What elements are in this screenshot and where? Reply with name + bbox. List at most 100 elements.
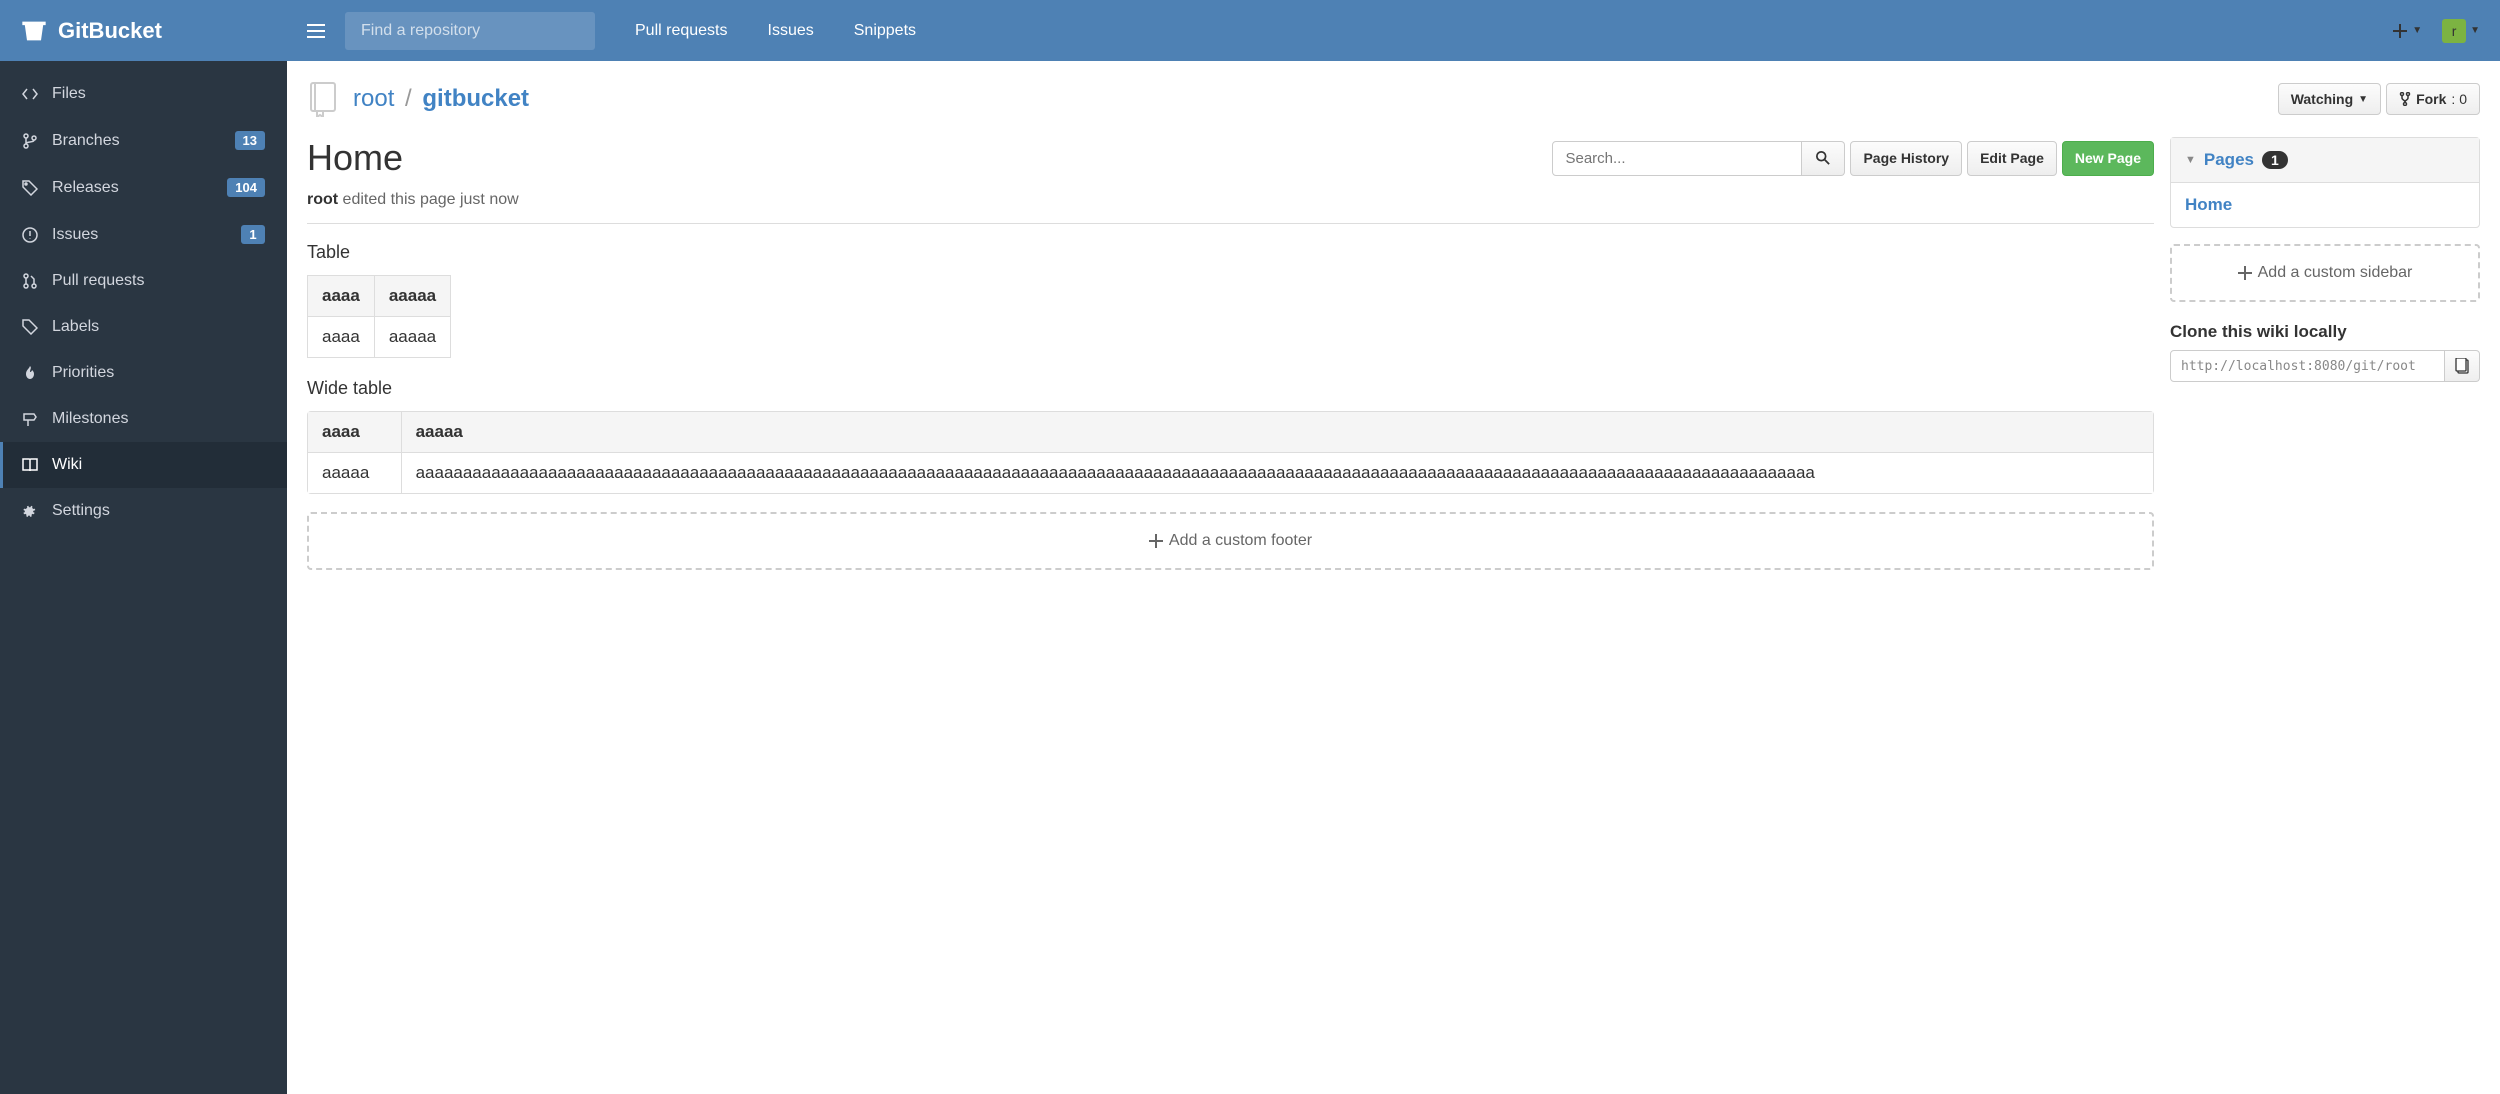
brand-text: GitBucket <box>58 18 162 44</box>
pr-icon <box>22 273 38 289</box>
top-right: ▼ r ▼ <box>2392 19 2480 43</box>
table-1: aaaa aaaaa aaaa aaaaa <box>307 275 451 358</box>
pages-count: 1 <box>2262 151 2288 169</box>
th: aaaaa <box>401 412 2153 453</box>
new-page-button[interactable]: New Page <box>2062 141 2154 176</box>
sidebar-label: Branches <box>52 132 120 150</box>
code-icon <box>22 86 38 102</box>
th: aaaa <box>308 412 402 453</box>
add-footer-button[interactable]: Add a custom footer <box>307 512 2154 570</box>
caret-down-icon: ▼ <box>2412 25 2422 36</box>
wiki-sidebar: ▼ Pages 1 Home Add a custom sidebar Clon… <box>2170 137 2480 570</box>
breadcrumb: root / gitbucket <box>353 85 529 113</box>
wiki-content: Table aaaa aaaaa aaaa aaaaa Wide table <box>307 242 2154 570</box>
sidebar-item-issues[interactable]: Issues 1 <box>0 211 287 258</box>
copy-clone-url-button[interactable] <box>2445 350 2480 382</box>
user-avatar: r <box>2442 19 2466 43</box>
sidebar-item-pull-requests[interactable]: Pull requests <box>0 258 287 304</box>
add-sidebar-button[interactable]: Add a custom sidebar <box>2170 244 2480 302</box>
page-history-button[interactable]: Page History <box>1850 141 1962 176</box>
edited-by: root edited this page just now <box>307 191 2154 209</box>
sidebar-label: Milestones <box>52 410 128 428</box>
sidebar-label: Wiki <box>52 456 82 474</box>
fork-button[interactable]: Fork: 0 <box>2386 83 2480 115</box>
label-icon <box>22 319 38 335</box>
create-menu[interactable]: ▼ <box>2392 23 2422 39</box>
clone-url-input[interactable] <box>2170 350 2445 382</box>
triangle-down-icon: ▼ <box>2185 154 2196 166</box>
bucket-icon <box>20 17 48 45</box>
sidebar-label: Releases <box>52 179 119 197</box>
page-title: Home <box>307 137 403 179</box>
plus-icon <box>2238 266 2252 280</box>
caret-down-icon: ▼ <box>2358 94 2368 105</box>
td: aaaaa <box>308 453 402 494</box>
th: aaaaa <box>374 276 450 317</box>
issue-icon <box>22 227 38 243</box>
sidebar-item-branches[interactable]: Branches 13 <box>0 117 287 164</box>
repo-icon <box>307 81 339 117</box>
logo-area[interactable]: GitBucket <box>20 17 287 45</box>
nav-pull-requests[interactable]: Pull requests <box>635 22 728 40</box>
sidebar-toggle[interactable] <box>287 24 345 38</box>
hamburger-icon <box>307 24 325 38</box>
breadcrumb-repo[interactable]: gitbucket <box>422 85 529 112</box>
table-2: aaaa aaaaa aaaaa aaaaaaaaaaaaaaaaaaaaaaa… <box>307 411 2154 494</box>
clone-group <box>2170 350 2480 382</box>
sidebar-item-releases[interactable]: Releases 104 <box>0 164 287 211</box>
td: aaaaa <box>374 317 450 358</box>
pages-panel: ▼ Pages 1 Home <box>2170 137 2480 228</box>
search-icon <box>1816 151 1830 165</box>
caret-down-icon: ▼ <box>2470 25 2480 36</box>
sidebar-item-labels[interactable]: Labels <box>0 304 287 350</box>
edited-text: edited this page just now <box>338 191 519 208</box>
nav-snippets[interactable]: Snippets <box>854 22 916 40</box>
gear-icon <box>22 503 38 519</box>
breadcrumb-sep: / <box>405 85 412 112</box>
sidebar-item-priorities[interactable]: Priorities <box>0 350 287 396</box>
repo-search-input[interactable] <box>345 12 595 50</box>
watching-button[interactable]: Watching ▼ <box>2278 83 2381 115</box>
td: aaaaaaaaaaaaaaaaaaaaaaaaaaaaaaaaaaaaaaaa… <box>401 453 2153 494</box>
page-link-home[interactable]: Home <box>2185 195 2232 214</box>
branches-count: 13 <box>235 131 265 150</box>
wide-table-scroll[interactable]: aaaa aaaaa aaaaa aaaaaaaaaaaaaaaaaaaaaaa… <box>307 411 2154 494</box>
plus-icon <box>1149 534 1163 548</box>
tag-icon <box>22 180 38 196</box>
breadcrumb-owner[interactable]: root <box>353 85 394 112</box>
wiki-main: Home Page History Edit Page New Page <box>307 137 2154 570</box>
top-nav: Pull requests Issues Snippets <box>635 22 916 40</box>
page-actions: Page History Edit Page New Page <box>1552 141 2154 176</box>
sidebar-item-milestones[interactable]: Milestones <box>0 396 287 442</box>
repo-buttons: Watching ▼ Fork: 0 <box>2278 83 2480 115</box>
sidebar-label: Issues <box>52 226 98 244</box>
nav-issues[interactable]: Issues <box>768 22 814 40</box>
pages-header[interactable]: ▼ Pages 1 <box>2171 138 2479 183</box>
th: aaaa <box>308 276 375 317</box>
sidebar-item-wiki[interactable]: Wiki <box>0 442 287 488</box>
editor-name: root <box>307 191 338 208</box>
plus-icon <box>2392 23 2408 39</box>
sidebar: Files Branches 13 Releases 104 Issues 1 … <box>0 61 287 1094</box>
clipboard-icon <box>2455 358 2469 374</box>
branch-icon <box>22 133 38 149</box>
user-menu[interactable]: r ▼ <box>2442 19 2480 43</box>
edit-page-button[interactable]: Edit Page <box>1967 141 2057 176</box>
table-heading: Table <box>307 242 2154 263</box>
page-title-row: Home Page History Edit Page New Page <box>307 137 2154 179</box>
book-icon <box>22 457 38 473</box>
sidebar-item-files[interactable]: Files <box>0 71 287 117</box>
sidebar-item-settings[interactable]: Settings <box>0 488 287 534</box>
issues-count: 1 <box>241 225 265 244</box>
releases-count: 104 <box>227 178 265 197</box>
sidebar-label: Priorities <box>52 364 114 382</box>
wiki-search-input[interactable] <box>1552 141 1802 176</box>
wiki-search-button[interactable] <box>1802 141 1845 176</box>
divider <box>307 223 2154 224</box>
clone-title: Clone this wiki locally <box>2170 322 2480 342</box>
sidebar-label: Settings <box>52 502 110 520</box>
sidebar-label: Files <box>52 85 86 103</box>
pages-title: Pages <box>2204 150 2254 170</box>
topbar: GitBucket Pull requests Issues Snippets … <box>0 0 2500 61</box>
flame-icon <box>22 365 38 381</box>
